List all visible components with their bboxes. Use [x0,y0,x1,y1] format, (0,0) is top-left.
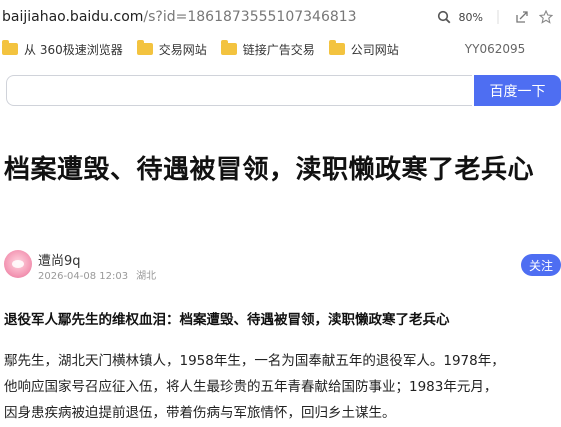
publish-date: 2026-04-08 12:03 [38,271,129,282]
zoom-search-icon[interactable] [435,8,453,26]
article-meta: 2026-04-08 12:03 湖北 [38,267,156,282]
zoom-level[interactable]: 80% [459,11,483,24]
body-line: 他响应国家号召应征入伍，将人生最珍贵的五年青春献给国防事业；1983年元月， [4,379,498,395]
bookmark-label: 公司网站 [350,42,399,57]
bookmark-label: 交易网站 [158,42,207,57]
url-text[interactable]: baijiahao.baidu.com/s?id=186187355510734… [2,9,357,25]
bookmarks-bar: 从 360极速浏览器 交易网站 链接广告交易 公司网站 YY062095 [0,34,561,65]
bookmark-link-ads[interactable]: 链接广告交易 [220,40,315,58]
search-button[interactable]: 百度一下 [474,75,561,106]
divider-icon [489,8,507,26]
bookmark-360[interactable]: 从 360极速浏览器 [2,40,123,58]
article-title: 档案遭毁、待遇被冒领，渎职懒政寒了老兵心 [4,155,535,185]
bookmark-company-site[interactable]: 公司网站 [328,40,399,58]
publish-location: 湖北 [136,271,157,282]
bookmark-trading-site[interactable]: 交易网站 [136,40,207,58]
bookmark-code[interactable]: YY062095 [465,42,525,56]
avatar[interactable] [4,250,32,278]
folder-icon [136,40,153,55]
bookmark-label: 链接广告交易 [242,42,315,57]
bookmark-label: 从 360极速浏览器 [24,42,123,57]
url-path: /s?id=1861873555107346813 [143,9,357,25]
share-icon[interactable] [513,8,531,26]
follow-button[interactable]: 关注 [521,254,561,276]
author-row: 遭尚9q 2026-04-08 12:03 湖北 关注 [4,248,561,284]
url-host: baijiahao.baidu.com [2,9,144,25]
folder-icon [220,40,237,55]
body-line: 因身患疾病被迫提前退伍，带着伤病与军旅情怀，回归乡土谋生。 [4,405,396,421]
star-icon[interactable] [537,8,555,26]
folder-icon [328,40,345,55]
address-bar[interactable]: baijiahao.baidu.com/s?id=186187355510734… [0,0,561,35]
article-subtitle: 退役军人鄢先生的维权血泪：档案遭毁、待遇被冒领，渎职懒政寒了老兵心 [4,312,450,328]
article-body: 鄢先生，湖北天门横林镇人，1958年生，一名为国奉献五年的退役军人。1978年，… [4,348,560,426]
folder-icon [2,40,18,55]
body-line: 鄢先生，湖北天门横林镇人，1958年生，一名为国奉献五年的退役军人。1978年， [4,353,505,369]
search-input[interactable] [6,75,472,106]
search-row: 百度一下 [0,64,561,124]
